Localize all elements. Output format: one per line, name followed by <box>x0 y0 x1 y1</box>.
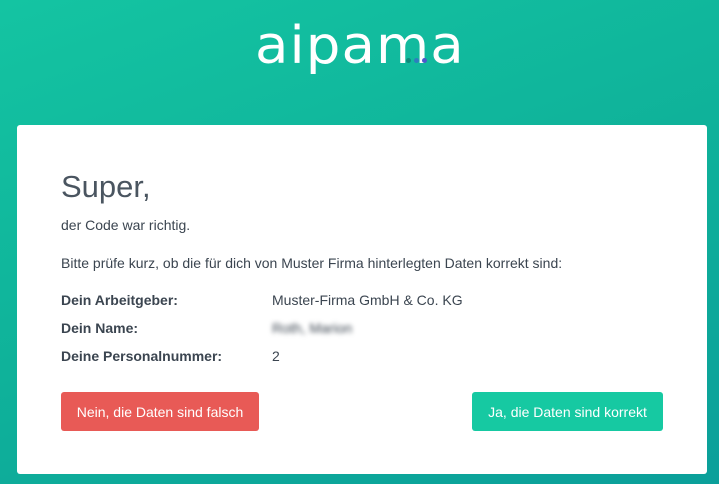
instruction-text: Bitte prüfe kurz, ob die für dich von Mu… <box>61 255 563 271</box>
reject-button[interactable]: Nein, die Daten sind falsch <box>61 392 259 431</box>
logo-text: aipama <box>254 16 465 76</box>
confirm-button[interactable]: Ja, die Daten sind korrekt <box>472 392 663 431</box>
name-value: Roth, Marion <box>272 320 353 336</box>
confirmation-card: Super, der Code war richtig. Bitte prüfe… <box>17 125 707 474</box>
logo-dot <box>406 58 411 63</box>
employer-value: Muster-Firma GmbH & Co. KG <box>272 292 463 308</box>
logo-dots <box>406 50 430 68</box>
page-title: Super, <box>61 169 151 204</box>
success-message: der Code war richtig. <box>61 217 191 233</box>
name-label: Dein Name: <box>61 320 139 336</box>
employer-label: Dein Arbeitgeber: <box>61 292 178 308</box>
logo-dot <box>414 58 419 63</box>
personnel-number-label: Deine Personalnummer: <box>61 348 223 364</box>
personnel-number-value: 2 <box>272 348 280 364</box>
logo: aipama <box>0 18 719 74</box>
logo-dot <box>422 58 427 63</box>
